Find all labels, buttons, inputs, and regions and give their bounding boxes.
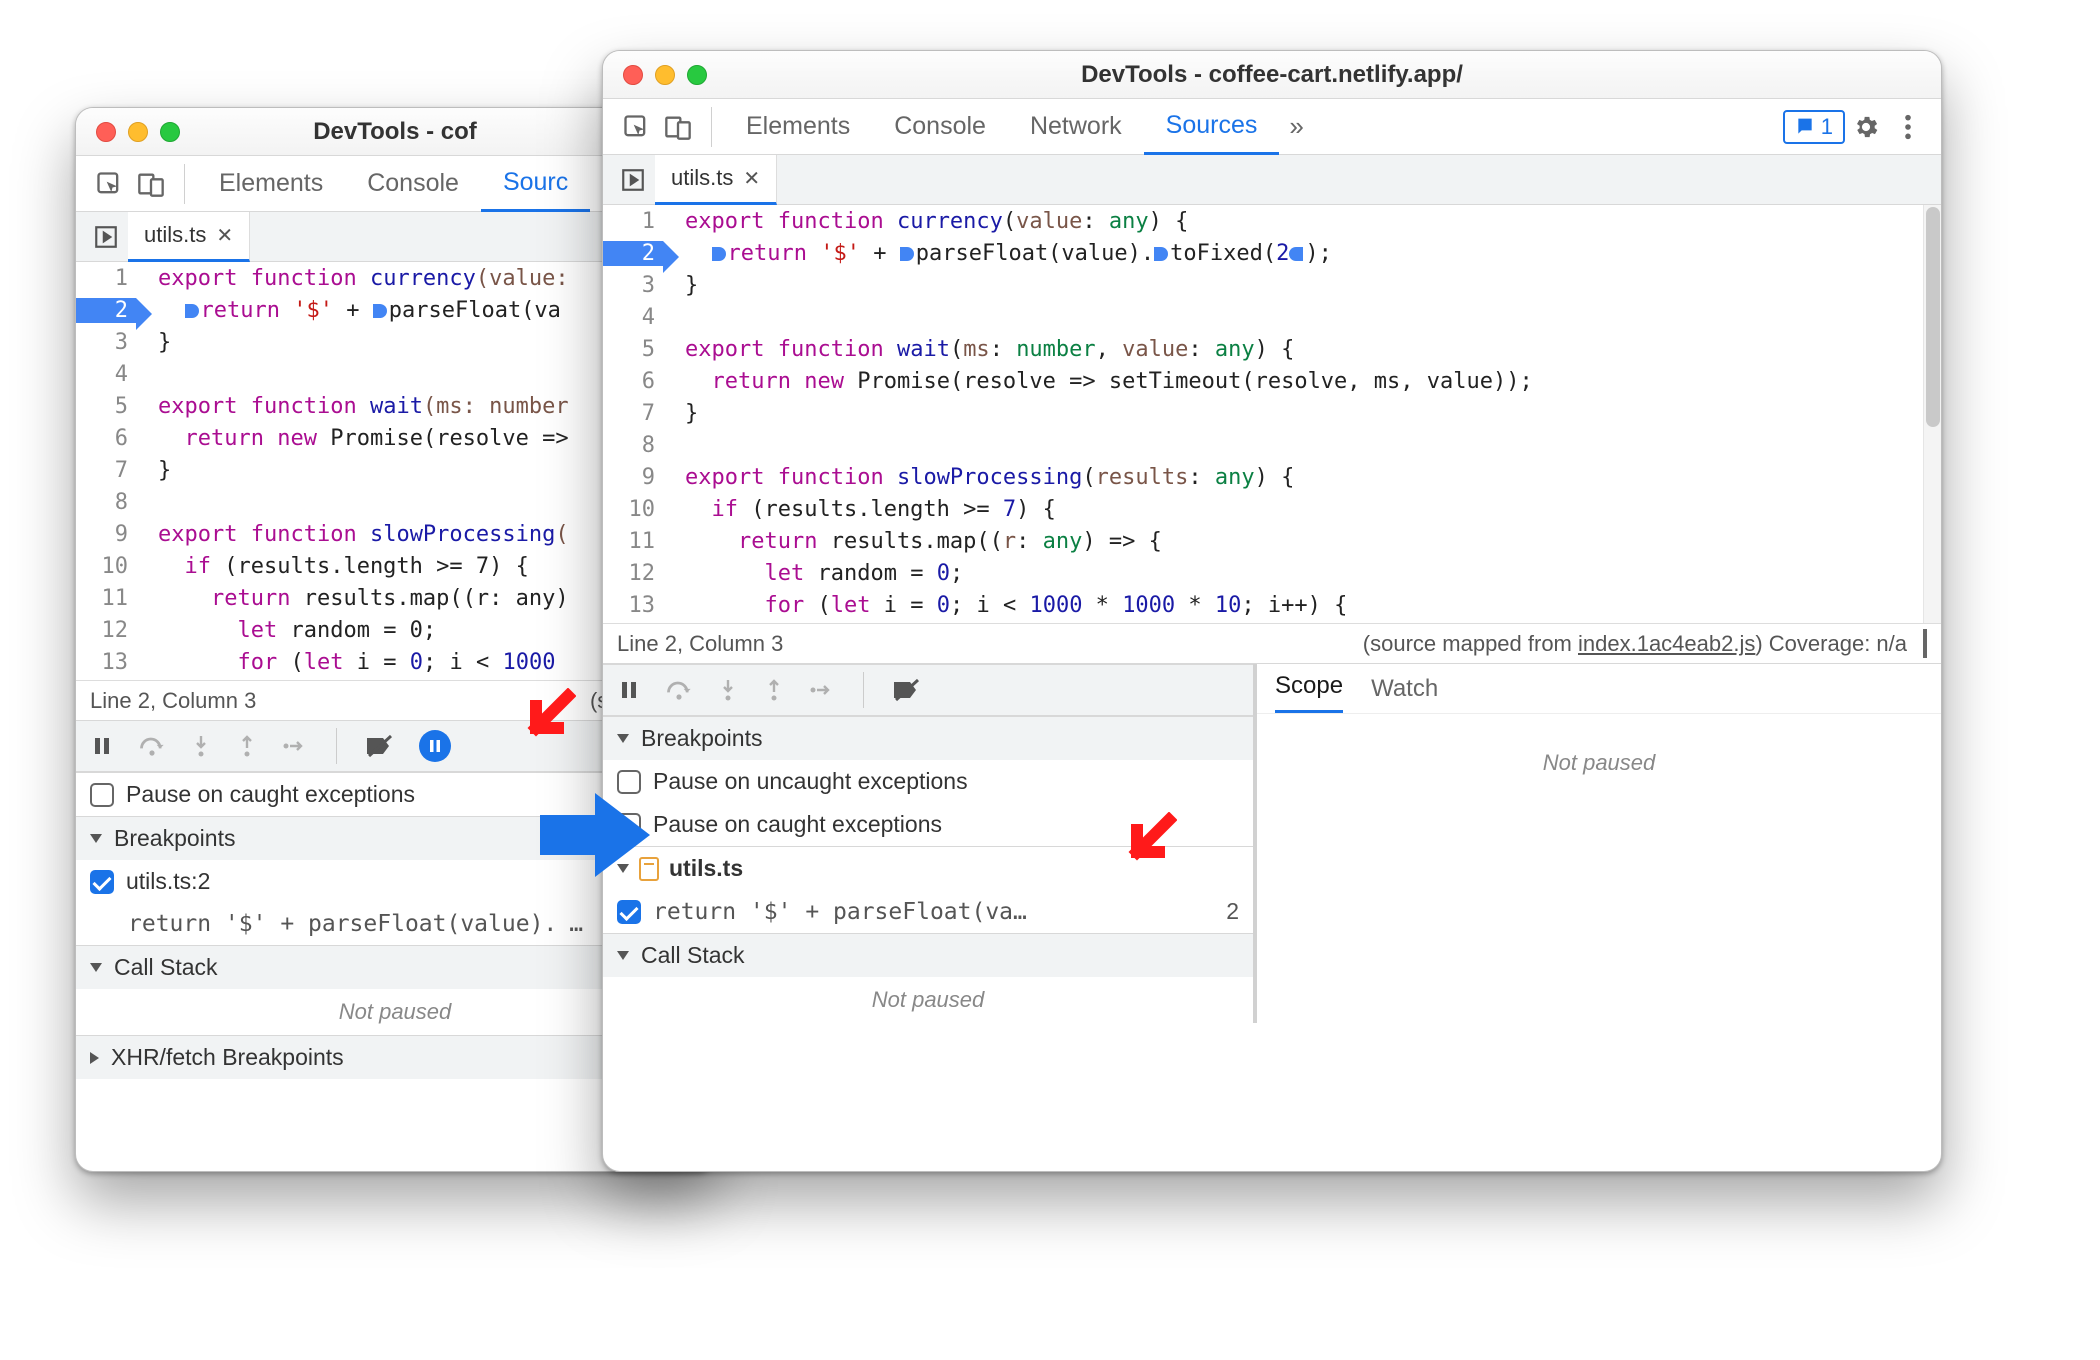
annotation-blue-arrow [540, 787, 630, 877]
close-tab-icon[interactable]: ✕ [743, 166, 760, 191]
tab-console[interactable]: Console [872, 99, 1008, 155]
step-out-icon[interactable] [763, 678, 785, 702]
device-toggle-icon[interactable] [130, 163, 172, 205]
close-window-button[interactable] [96, 122, 116, 142]
breakpoint-checkbox[interactable] [90, 870, 114, 894]
breakpoint-item[interactable]: return '$' + parseFloat(va… 2 [603, 890, 1253, 933]
scope-tabs: Scope Watch [1257, 664, 1941, 714]
breakpoint-gutter[interactable]: 2 [603, 241, 663, 266]
chevron-down-icon [617, 734, 629, 743]
titlebar: DevTools - coffee-cart.netlify.app/ [603, 51, 1941, 99]
navigator-toggle-icon[interactable] [611, 167, 655, 193]
step-icon[interactable] [809, 680, 835, 700]
zoom-window-button[interactable] [687, 65, 707, 85]
kebab-menu-icon[interactable] [1887, 106, 1929, 148]
step-over-icon[interactable] [138, 734, 166, 758]
debugger-panels: Breakpoints Pause on uncaught exceptions… [603, 663, 1941, 1023]
tab-elements[interactable]: Elements [197, 156, 345, 212]
inspect-icon[interactable] [88, 163, 130, 205]
step-into-icon[interactable] [190, 734, 212, 758]
tab-scope[interactable]: Scope [1275, 672, 1343, 713]
tab-watch[interactable]: Watch [1371, 675, 1438, 713]
toolbar-divider [184, 164, 185, 204]
close-window-button[interactable] [623, 65, 643, 85]
file-tabs: utils.ts ✕ [603, 155, 1941, 205]
callstack-header[interactable]: Call Stack [603, 934, 1253, 977]
inspect-icon[interactable] [615, 106, 657, 148]
deactivate-breakpoints-icon[interactable] [365, 734, 395, 758]
file-tab-utils[interactable]: utils.ts ✕ [128, 212, 250, 262]
file-tab-label: utils.ts [144, 222, 206, 248]
breakpoint-line-number: 2 [1226, 898, 1239, 925]
issues-badge[interactable]: 1 [1783, 110, 1845, 144]
cursor-position: Line 2, Column 3 [90, 688, 256, 714]
scope-watch-panel: Scope Watch Not paused [1253, 664, 1941, 1023]
device-toggle-icon[interactable] [657, 106, 699, 148]
breakpoint-gutter[interactable]: 2 [76, 298, 136, 323]
devtools-window-right: DevTools - coffee-cart.netlify.app/ Elem… [602, 50, 1942, 1172]
chevron-down-icon [90, 963, 102, 972]
editor-status: Line 2, Column 3 (source mapped from ind… [603, 623, 1941, 663]
chevron-down-icon [617, 951, 629, 960]
window-controls [96, 122, 180, 142]
deactivate-breakpoints-icon[interactable] [892, 678, 922, 702]
step-icon[interactable] [282, 736, 308, 756]
annotation-red-arrow-right [1121, 812, 1177, 868]
window-title: DevTools - coffee-cart.netlify.app/ [603, 61, 1941, 89]
source-editor[interactable]: 1export function currency(value: any) { … [603, 205, 1923, 623]
debugger-toolbar [603, 664, 1253, 716]
annotation-red-arrow-left [520, 688, 576, 744]
window-controls [623, 65, 707, 85]
tab-elements[interactable]: Elements [724, 99, 872, 155]
pause-exceptions-button[interactable] [419, 730, 451, 762]
tab-network[interactable]: Network [1008, 99, 1144, 155]
file-tab-utils[interactable]: utils.ts ✕ [655, 155, 777, 205]
step-into-icon[interactable] [717, 678, 739, 702]
scope-not-paused: Not paused [1257, 740, 1941, 786]
step-over-icon[interactable] [665, 678, 693, 702]
expand-icon[interactable] [1923, 629, 1927, 658]
pause-icon[interactable] [617, 678, 641, 702]
devtools-tabstrip: Elements Console Network Sources » 1 [603, 99, 1941, 155]
tab-sources[interactable]: Sources [1144, 99, 1280, 155]
file-tab-label: utils.ts [671, 165, 733, 191]
pause-icon[interactable] [90, 734, 114, 758]
tab-sources[interactable]: Sourc [481, 156, 590, 212]
scrollbar[interactable] [1923, 205, 1941, 623]
cursor-position: Line 2, Column 3 [617, 631, 783, 657]
source-map-info: (source mapped from index.1ac4eab2.js) C… [1363, 631, 1927, 657]
tab-console[interactable]: Console [345, 156, 481, 212]
minimize-window-button[interactable] [655, 65, 675, 85]
breakpoint-checkbox[interactable] [617, 900, 641, 924]
gear-icon[interactable] [1845, 106, 1887, 148]
chevron-right-icon [90, 1052, 99, 1064]
chevron-down-icon [90, 834, 102, 843]
minimize-window-button[interactable] [128, 122, 148, 142]
pause-uncaught-row: Pause on uncaught exceptions [603, 760, 1253, 803]
pause-caught-label: Pause on caught exceptions [126, 781, 415, 808]
not-paused-label: Not paused [603, 977, 1253, 1023]
zoom-window-button[interactable] [160, 122, 180, 142]
more-tabs-icon[interactable]: » [1279, 111, 1313, 142]
close-tab-icon[interactable]: ✕ [216, 223, 233, 248]
step-out-icon[interactable] [236, 734, 258, 758]
navigator-toggle-icon[interactable] [84, 224, 128, 250]
breakpoints-header[interactable]: Breakpoints [603, 717, 1253, 760]
pause-caught-checkbox[interactable] [90, 783, 114, 807]
